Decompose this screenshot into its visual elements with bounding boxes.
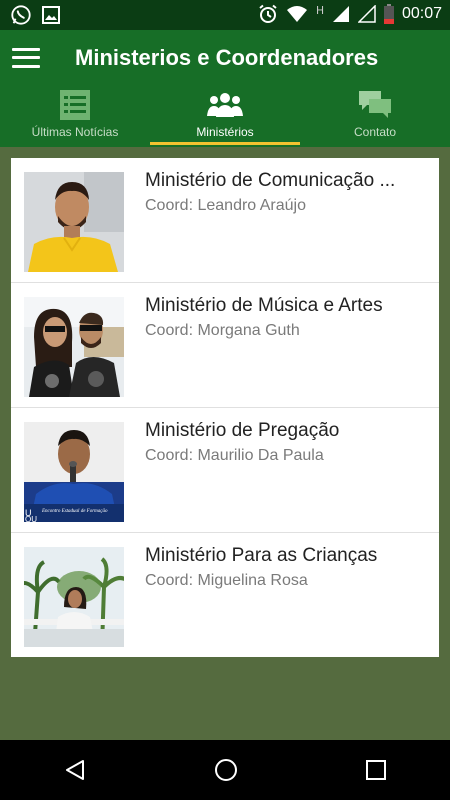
svg-text:OU: OU [25, 515, 37, 522]
list-item[interactable]: U OU Encontro Estadual de Formação Minis… [11, 408, 439, 533]
ministry-name: Ministério de Música e Artes [145, 295, 383, 316]
recents-icon[interactable] [365, 759, 387, 781]
chat-icon [359, 91, 391, 118]
status-bar: H 00:07 [0, 0, 450, 30]
menu-icon[interactable] [12, 47, 40, 68]
list-item[interactable]: Ministério Para as Crianças Coord: Migue… [11, 533, 439, 657]
news-icon [60, 90, 90, 120]
clock: 00:07 [401, 5, 442, 22]
ministry-name: Ministério de Comunicação ... [145, 170, 396, 191]
back-icon[interactable] [63, 758, 87, 782]
wifi-icon [287, 6, 308, 22]
coordinator-name: Coord: Maurilio Da Paula [145, 447, 324, 464]
ministry-name: Ministério de Pregação [145, 420, 340, 441]
whatsapp-icon [11, 5, 31, 25]
people-icon [207, 93, 243, 117]
photo-morgana [24, 297, 124, 397]
alarm-icon [259, 4, 277, 23]
home-icon[interactable] [214, 758, 238, 782]
tab-contact-label: Contato [353, 125, 397, 139]
tab-bar: Últimas Notícias Ministérios Contato [0, 85, 450, 147]
signal-icon [332, 6, 349, 22]
tab-latest-news-label: Últimas Notícias [31, 125, 119, 139]
image-notification-icon [42, 6, 60, 24]
network-type-label: H [316, 3, 324, 17]
battery-icon [383, 4, 394, 24]
photo-miguelina [24, 547, 124, 647]
list-item[interactable]: Ministério de Música e Artes Coord: Morg… [11, 283, 439, 408]
photo-caption: Encontro Estadual de Formação [41, 509, 108, 514]
tab-latest-news[interactable]: Últimas Notícias [0, 85, 150, 147]
coordinator-name: Coord: Leandro Araújo [145, 197, 306, 214]
app-bar: Ministerios e Coordenadores [0, 30, 450, 85]
ministry-name: Ministério Para as Crianças [145, 545, 378, 566]
tab-ministries-label: Ministérios [196, 125, 254, 139]
coordinator-name: Coord: Morgana Guth [145, 322, 300, 339]
list-item[interactable]: Ministério de Comunicação ... Coord: Lea… [11, 158, 439, 283]
photo-leandro [24, 172, 124, 272]
photo-maurilio: U OU Encontro Estadual de Formação [24, 422, 124, 522]
ministry-list: Ministério de Comunicação ... Coord: Lea… [11, 158, 439, 657]
coordinator-name: Coord: Miguelina Rosa [145, 572, 308, 589]
page-title: Ministerios e Coordenadores [75, 44, 379, 70]
system-nav-bar [0, 740, 450, 800]
tab-contact[interactable]: Contato [300, 85, 450, 147]
signal-empty-icon [357, 5, 376, 23]
tab-ministries[interactable]: Ministérios [150, 85, 300, 147]
